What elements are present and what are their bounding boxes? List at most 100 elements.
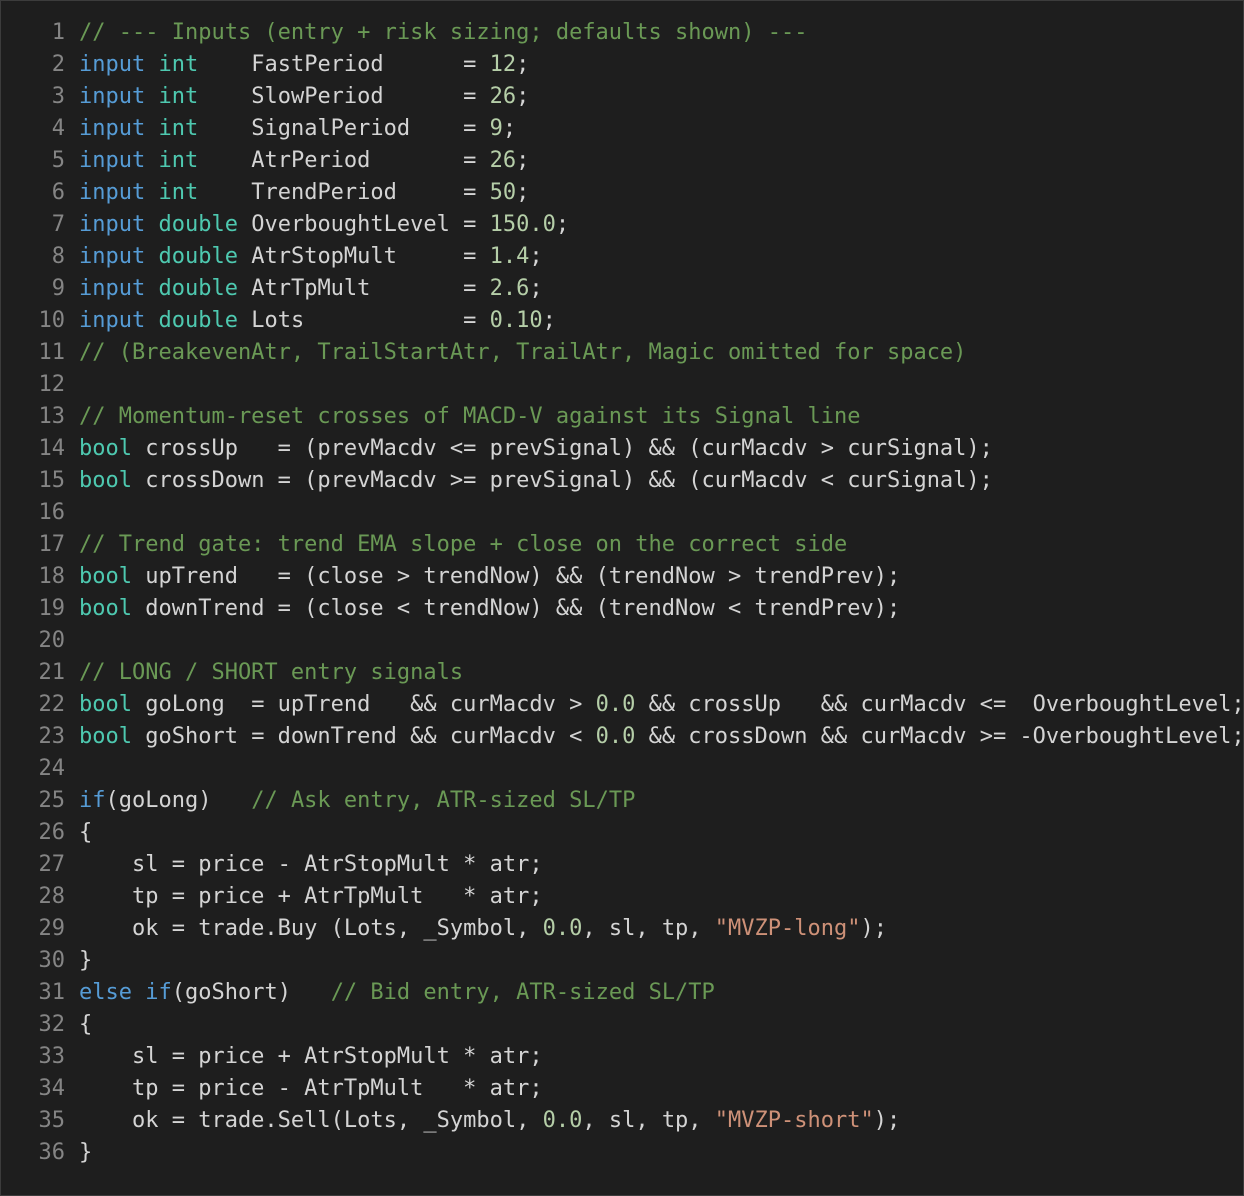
code-text[interactable]: tp = price + AtrTpMult * atr; [65, 881, 543, 913]
code-line[interactable]: 25 if(goLong) // Ask entry, ATR-sized SL/… [1, 785, 1243, 817]
code-line[interactable]: 19 bool downTrend = (close < trendNow) &&… [1, 593, 1243, 625]
code-line[interactable]: 33 sl = price + AtrStopMult * atr; [1, 1041, 1243, 1073]
code-text[interactable]: sl = price - AtrStopMult * atr; [65, 849, 543, 881]
code-text[interactable]: } [65, 1137, 92, 1169]
code-text[interactable]: bool crossDown = (prevMacdv >= prevSigna… [65, 465, 993, 497]
code-text[interactable]: // LONG / SHORT entry signals [65, 657, 463, 689]
line-number: 3 [51, 84, 65, 109]
code-line[interactable]: 32 { [1, 1009, 1243, 1041]
line-number: 1 [51, 20, 65, 45]
token-text: && crossUp && curMacdv <= OverboughtLeve… [635, 692, 1244, 717]
code-line[interactable]: 6 input int TrendPeriod = 50; [1, 177, 1243, 209]
token-text: Lots = [237, 308, 490, 333]
code-line[interactable]: 7 input double OverboughtLevel = 150.0; [1, 209, 1243, 241]
token-text: { [79, 1012, 93, 1037]
code-line[interactable]: 16 [1, 497, 1243, 529]
code-line[interactable]: 3 input int SlowPeriod = 26; [1, 81, 1243, 113]
code-line[interactable]: 34 tp = price - AtrTpMult * atr; [1, 1073, 1243, 1105]
token-text: crossDown = (prevMacdv >= prevSignal) &&… [131, 468, 993, 493]
code-line[interactable]: 31 else if(goShort) // Bid entry, ATR-siz… [1, 977, 1243, 1009]
token-type: bool [79, 692, 132, 717]
code-line[interactable]: 26 { [1, 817, 1243, 849]
code-text[interactable]: input int AtrPeriod = 26; [65, 145, 529, 177]
code-line[interactable]: 12 [1, 369, 1243, 401]
token-keyword: input [79, 148, 146, 173]
code-line[interactable]: 14 bool crossUp = (prevMacdv <= prevSigna… [1, 433, 1243, 465]
code-lines[interactable]: 1 // --- Inputs (entry + risk sizing; def… [1, 17, 1244, 1169]
code-line[interactable]: 4 input int SignalPeriod = 9; [1, 113, 1243, 145]
code-line[interactable]: 8 input double AtrStopMult = 1.4; [1, 241, 1243, 273]
line-number: 8 [51, 244, 65, 269]
code-line[interactable]: 36} [1, 1137, 1243, 1169]
code-line[interactable]: 10 input double Lots = 0.10; [1, 305, 1243, 337]
code-text[interactable]: input double AtrStopMult = 1.4; [65, 241, 543, 273]
code-line[interactable]: 2 input int FastPeriod = 12; [1, 49, 1243, 81]
token-string: "MVZP-short" [714, 1108, 874, 1133]
code-text[interactable]: ok = trade.Sell(Lots, _Symbol, 0.0, sl, … [65, 1105, 900, 1137]
code-text[interactable]: input int TrendPeriod = 50; [65, 177, 529, 209]
code-text[interactable]: // (BreakevenAtr, TrailStartAtr, TrailAt… [65, 337, 966, 369]
code-text[interactable]: else if(goShort) // Bid entry, ATR-sized… [65, 977, 715, 1009]
code-line[interactable]: 18 bool upTrend = (close > trendNow) && (… [1, 561, 1243, 593]
code-line[interactable]: 11 // (BreakevenAtr, TrailStartAtr, Trail… [1, 337, 1243, 369]
code-text[interactable]: } [65, 945, 92, 977]
code-line[interactable]: 35 ok = trade.Sell(Lots, _Symbol, 0.0, s… [1, 1105, 1243, 1137]
token-text: goLong = upTrend && curMacdv > [131, 692, 596, 717]
code-line[interactable]: 5 input int AtrPeriod = 26; [1, 145, 1243, 177]
code-text[interactable] [65, 369, 79, 401]
code-line[interactable]: 20 [1, 625, 1243, 657]
code-text[interactable]: bool downTrend = (close < trendNow) && (… [65, 593, 900, 625]
code-line[interactable]: 1 // --- Inputs (entry + risk sizing; def… [1, 17, 1243, 49]
token-type: bool [79, 468, 132, 493]
code-text[interactable]: input int FastPeriod = 12; [65, 49, 529, 81]
code-text[interactable]: input double OverboughtLevel = 150.0; [65, 209, 569, 241]
code-text[interactable] [65, 497, 79, 529]
code-text[interactable]: input double AtrTpMult = 2.6; [65, 273, 543, 305]
token-keyword: input [79, 84, 146, 109]
code-text[interactable]: bool upTrend = (close > trendNow) && (tr… [65, 561, 900, 593]
code-text[interactable]: input double Lots = 0.10; [65, 305, 556, 337]
code-text[interactable]: bool goLong = upTrend && curMacdv > 0.0 … [65, 689, 1244, 721]
code-line[interactable]: 24 [1, 753, 1243, 785]
code-line[interactable]: 27 sl = price - AtrStopMult * atr; [1, 849, 1243, 881]
code-text[interactable]: input int SlowPeriod = 26; [65, 81, 529, 113]
code-text[interactable] [65, 753, 79, 785]
token-text: tp = price + AtrTpMult * atr; [79, 884, 543, 909]
token-text: ; [516, 148, 530, 173]
code-text[interactable]: { [65, 817, 92, 849]
code-text[interactable]: bool crossUp = (prevMacdv <= prevSignal)… [65, 433, 993, 465]
code-text[interactable]: ok = trade.Buy (Lots, _Symbol, 0.0, sl, … [65, 913, 887, 945]
code-text[interactable]: // Trend gate: trend EMA slope + close o… [65, 529, 847, 561]
code-text[interactable]: sl = price + AtrStopMult * atr; [65, 1041, 543, 1073]
code-line[interactable]: 13 // Momentum-reset crosses of MACD-V ag… [1, 401, 1243, 433]
code-line[interactable]: 9 input double AtrTpMult = 2.6; [1, 273, 1243, 305]
code-text[interactable]: // --- Inputs (entry + risk sizing; defa… [65, 17, 807, 49]
code-line[interactable]: 23 bool goShort = downTrend && curMacdv <… [1, 721, 1244, 753]
token-text: goShort = downTrend && curMacdv < [131, 724, 596, 749]
token-comment: // --- Inputs (entry + risk sizing; defa… [79, 20, 808, 45]
code-text[interactable]: if(goLong) // Ask entry, ATR-sized SL/TP [65, 785, 635, 817]
code-text[interactable]: { [65, 1009, 92, 1041]
code-line[interactable]: 28 tp = price + AtrTpMult * atr; [1, 881, 1243, 913]
code-line[interactable]: 30} [1, 945, 1243, 977]
code-line[interactable]: 17 // Trend gate: trend EMA slope + close… [1, 529, 1243, 561]
token-text: ; [542, 308, 556, 333]
code-line[interactable]: 21 // LONG / SHORT entry signals [1, 657, 1243, 689]
code-text[interactable] [65, 625, 79, 657]
token-number: 0.10 [489, 308, 543, 333]
code-line[interactable]: 29 ok = trade.Buy (Lots, _Symbol, 0.0, s… [1, 913, 1243, 945]
code-text[interactable]: tp = price - AtrTpMult * atr; [65, 1073, 543, 1105]
code-editor[interactable]: 1 // --- Inputs (entry + risk sizing; def… [1, 1, 1244, 1195]
line-number: 15 [38, 468, 66, 493]
code-text[interactable]: input int SignalPeriod = 9; [65, 113, 516, 145]
line-number: 33 [38, 1044, 66, 1069]
line-number: 35 [38, 1108, 66, 1133]
line-number: 26 [38, 820, 66, 845]
token-text: ; [529, 276, 543, 301]
code-text[interactable]: bool goShort = downTrend && curMacdv < 0… [65, 721, 1244, 753]
code-line[interactable]: 15 bool crossDown = (prevMacdv >= prevSig… [1, 465, 1243, 497]
code-text[interactable]: // Momentum-reset crosses of MACD-V agai… [65, 401, 860, 433]
code-line[interactable]: 22 bool goLong = upTrend && curMacdv > 0.… [1, 689, 1244, 721]
